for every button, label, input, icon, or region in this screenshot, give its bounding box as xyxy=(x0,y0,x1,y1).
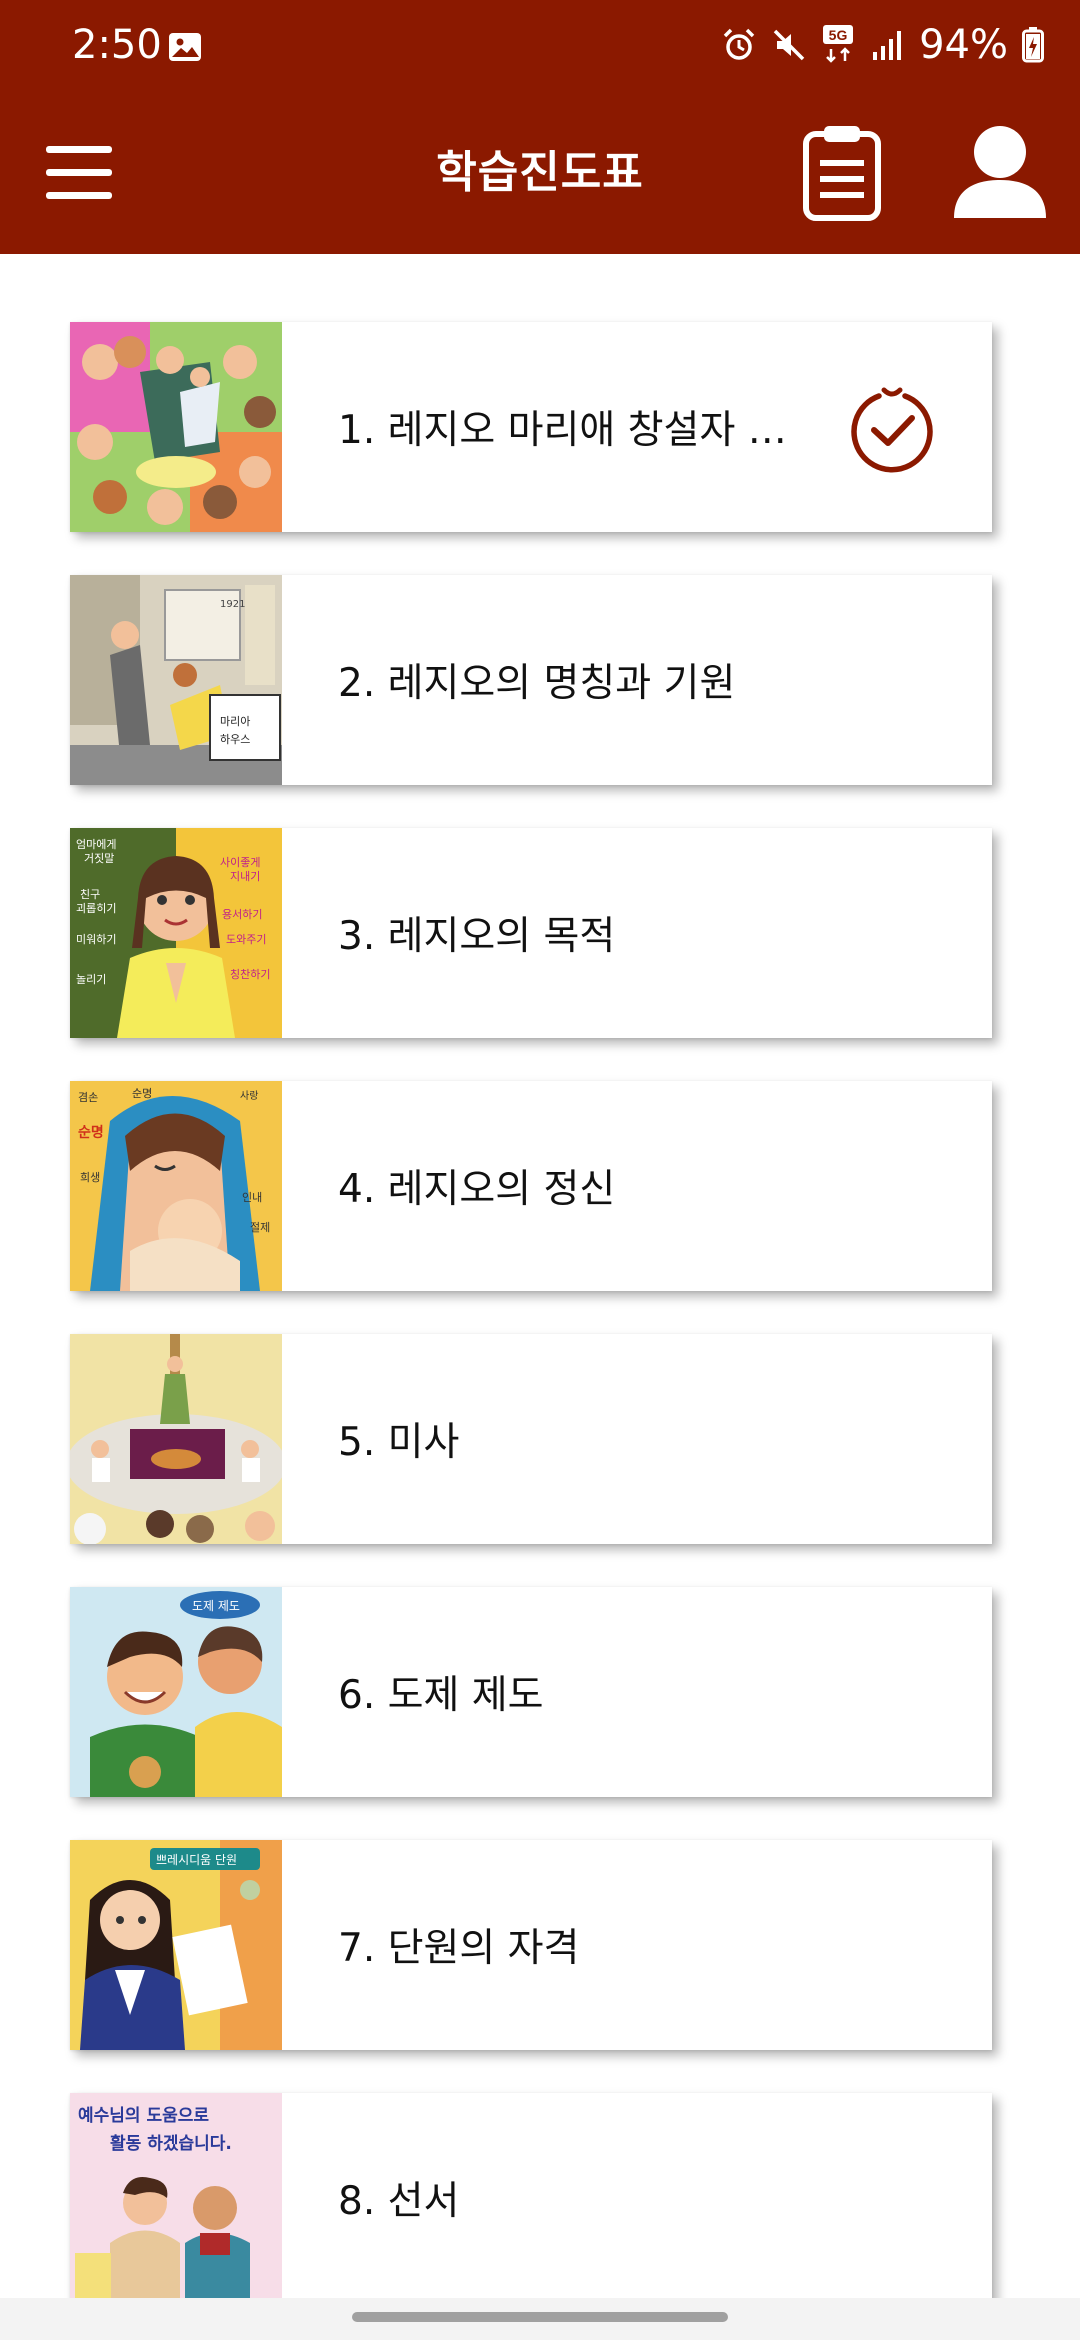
svg-text:사랑: 사랑 xyxy=(240,1090,258,1102)
battery-charging-icon xyxy=(1022,27,1044,63)
svg-text:5G: 5G xyxy=(829,27,848,43)
svg-text:활동 하겠습니다.: 활동 하겠습니다. xyxy=(110,2133,232,2154)
svg-text:순명: 순명 xyxy=(78,1124,104,1141)
svg-text:절제: 절제 xyxy=(250,1221,270,1234)
lesson-card-8[interactable]: 예수님의 도움으로 활동 하겠습니다. 8. 선서 xyxy=(70,2093,992,2303)
status-icons: 5G 94% xyxy=(721,22,1044,68)
svg-text:희생: 희생 xyxy=(80,1171,100,1184)
system-navigation-bar xyxy=(0,2298,1080,2340)
svg-text:엄마에게: 엄마에게 xyxy=(76,838,116,851)
lesson-list: 1. 레지오 마리애 창설자 프... 1921 마리아 하우스 2. 레지오의… xyxy=(70,322,992,2340)
svg-text:미워하기: 미워하기 xyxy=(76,932,116,946)
app-bar: 학습진도표 xyxy=(0,96,1080,254)
svg-text:칭찬하기: 칭찬하기 xyxy=(230,967,270,981)
completed-check-icon xyxy=(851,387,933,473)
status-bar: 2:50 5G 94% xyxy=(0,0,1080,96)
lesson-thumbnail-6: 도제 제도 xyxy=(70,1587,282,1797)
lesson-card-3[interactable]: 엄마에게 거짓말 친구 괴롭히기 미워하기 놀리기 사이좋게 지내기 용서하기 … xyxy=(70,828,992,1038)
battery-percent: 94% xyxy=(919,22,1008,68)
svg-text:순명: 순명 xyxy=(132,1087,152,1100)
svg-text:예수님의 도움으로: 예수님의 도움으로 xyxy=(78,2106,209,2126)
lesson-card-7[interactable]: 쁘레시디움 단원 7. 단원의 자격 xyxy=(70,1840,992,2050)
svg-text:겸손: 겸손 xyxy=(78,1091,98,1104)
lesson-title-2: 2. 레지오의 명칭과 기원 xyxy=(338,661,736,706)
svg-text:괴롭히기: 괴롭히기 xyxy=(76,901,116,915)
clipboard-list-icon[interactable] xyxy=(800,120,884,224)
lesson-thumbnail-5 xyxy=(70,1334,282,1544)
gallery-notification-icon xyxy=(169,33,201,61)
svg-text:쁘레시디움 단원: 쁘레시디움 단원 xyxy=(156,1853,237,1867)
lesson-card-4[interactable]: 겸손 순명 순명 사랑 희생 인내 절제 4. 레지오의 정신 xyxy=(70,1081,992,1291)
alarm-icon xyxy=(723,28,755,60)
user-profile-icon[interactable] xyxy=(952,118,1048,222)
lesson-title-5: 5. 미사 xyxy=(338,1420,460,1465)
svg-text:1921: 1921 xyxy=(220,599,245,610)
page-title: 학습진도표 xyxy=(436,147,644,198)
lesson-thumbnail-3: 엄마에게 거짓말 친구 괴롭히기 미워하기 놀리기 사이좋게 지내기 용서하기 … xyxy=(70,828,282,1038)
status-time: 2:50 xyxy=(72,22,162,68)
lesson-title-7: 7. 단원의 자격 xyxy=(338,1926,580,1971)
mute-icon xyxy=(773,29,805,61)
svg-text:친구: 친구 xyxy=(80,888,100,901)
lesson-card-2[interactable]: 1921 마리아 하우스 2. 레지오의 명칭과 기원 xyxy=(70,575,992,785)
svg-text:하우스: 하우스 xyxy=(220,732,250,746)
lesson-card-5[interactable]: 5. 미사 xyxy=(70,1334,992,1544)
lesson-thumbnail-4: 겸손 순명 순명 사랑 희생 인내 절제 xyxy=(70,1081,282,1291)
svg-text:인내: 인내 xyxy=(242,1191,262,1204)
lesson-thumbnail-7: 쁘레시디움 단원 xyxy=(70,1840,282,2050)
svg-text:사이좋게: 사이좋게 xyxy=(220,856,260,869)
svg-text:도제 제도: 도제 제도 xyxy=(192,1599,240,1613)
lesson-card-6[interactable]: 도제 제도 6. 도제 제도 xyxy=(70,1587,992,1797)
svg-text:지내기: 지내기 xyxy=(230,870,260,883)
lesson-title-1: 1. 레지오 마리애 창설자 프... xyxy=(338,408,818,453)
network-5g-icon: 5G xyxy=(823,25,854,63)
svg-text:용서하기: 용서하기 xyxy=(222,907,262,921)
svg-text:거짓말: 거짓말 xyxy=(84,852,114,865)
lesson-card-1[interactable]: 1. 레지오 마리애 창설자 프... xyxy=(70,322,992,532)
lesson-thumbnail-1 xyxy=(70,322,282,532)
svg-text:놀리기: 놀리기 xyxy=(76,973,106,986)
svg-text:마리아: 마리아 xyxy=(220,715,250,728)
lesson-title-8: 8. 선서 xyxy=(338,2179,460,2224)
lesson-title-4: 4. 레지오의 정신 xyxy=(338,1167,616,1212)
lesson-thumbnail-8: 예수님의 도움으로 활동 하겠습니다. xyxy=(70,2093,282,2303)
lesson-thumbnail-2: 1921 마리아 하우스 xyxy=(70,575,282,785)
svg-text:도와주기: 도와주기 xyxy=(226,933,266,946)
lesson-title-6: 6. 도제 제도 xyxy=(338,1673,544,1718)
signal-icon xyxy=(873,31,902,60)
lesson-title-3: 3. 레지오의 목적 xyxy=(338,914,616,959)
home-gesture-handle[interactable] xyxy=(352,2312,728,2322)
